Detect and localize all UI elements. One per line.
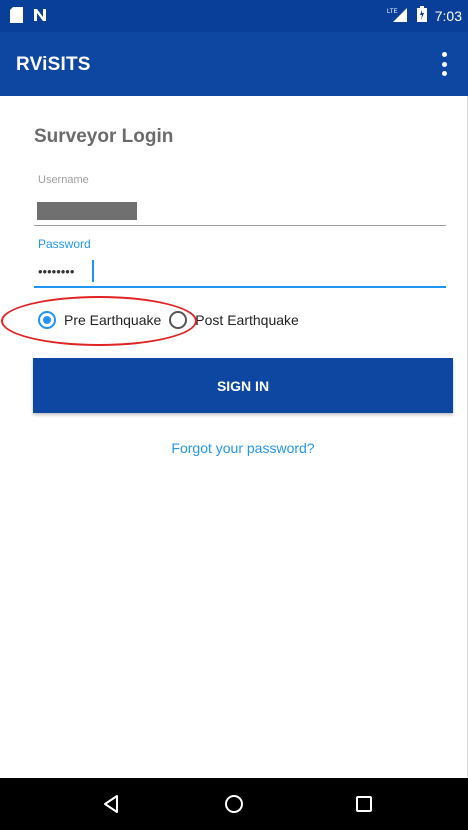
post-earthquake-label: Post Earthquake: [195, 312, 299, 328]
radio-checked-icon: [38, 311, 56, 329]
sign-in-button[interactable]: SIGN IN: [33, 358, 453, 413]
app-title: RViSITS: [16, 54, 91, 75]
password-masked-value: ••••••••: [38, 264, 75, 279]
app-bar: RViSITS: [0, 32, 468, 96]
username-label: Username: [38, 174, 89, 186]
svg-text:LTE: LTE: [387, 9, 398, 15]
overflow-menu-icon[interactable]: [434, 50, 454, 78]
recents-icon[interactable]: [352, 792, 376, 816]
post-earthquake-radio[interactable]: Post Earthquake: [169, 311, 299, 329]
lte-signal-icon: LTE: [387, 6, 409, 25]
text-cursor: [92, 260, 94, 282]
nfc-icon: [33, 8, 47, 27]
username-redacted-value: [37, 202, 137, 220]
battery-icon: [416, 6, 427, 25]
back-icon[interactable]: [100, 792, 124, 816]
page-title: Surveyor Login: [34, 126, 174, 147]
password-label: Password: [38, 237, 91, 251]
pre-earthquake-label: Pre Earthquake: [64, 312, 162, 328]
pre-earthquake-radio[interactable]: Pre Earthquake: [38, 311, 161, 329]
status-bar: LTE 7:03: [0, 0, 468, 32]
forgot-password-link[interactable]: Forgot your password?: [0, 440, 468, 456]
home-icon[interactable]: [222, 792, 246, 816]
status-time: 7:03: [434, 7, 462, 24]
nav-bar: [0, 778, 468, 830]
sd-card-icon: [10, 7, 23, 28]
password-field[interactable]: [34, 260, 446, 288]
login-screen: Surveyor Login Username Password •••••••…: [0, 96, 468, 778]
earthquake-mode-group: Pre Earthquake Post Earthquake: [38, 308, 307, 332]
radio-unchecked-icon: [169, 311, 188, 329]
